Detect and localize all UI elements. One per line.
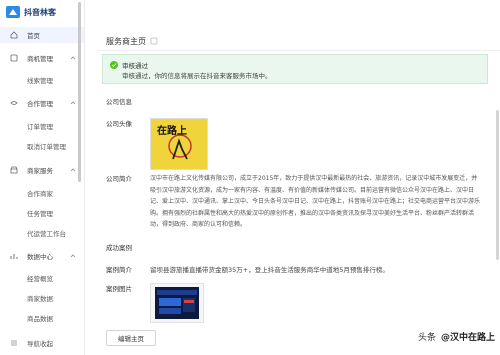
edit-homepage-button[interactable]: 编辑主页 xyxy=(106,330,156,346)
store-icon xyxy=(10,166,18,174)
handshake-icon xyxy=(10,101,18,105)
alert-status: 审核通过 xyxy=(122,62,148,70)
cases-title: 成功案例 xyxy=(106,244,132,252)
alert-message: 审核通过，你的信息将展示在抖音来客服务市场中。 xyxy=(122,72,272,80)
main-content: 服务商主页 审核通过 审核通过，你的信息将展示在抖音来客服务市场中。 公司信息 … xyxy=(84,0,500,355)
company-info-title: 公司信息 xyxy=(106,98,132,106)
sidebar-item-merchant-data[interactable]: 商家数据 xyxy=(0,290,84,306)
watermark-handle: @汉中在路上 xyxy=(441,333,496,343)
sidebar-group-cooperation[interactable]: 合作管理 xyxy=(0,95,84,111)
sidebar-item-home[interactable]: 首页 xyxy=(0,27,84,43)
collapse-icon xyxy=(11,340,17,346)
sidebar-item-tasks[interactable]: 任务管理 xyxy=(0,205,84,221)
bulb-icon xyxy=(10,54,18,62)
watermark-source: 头条 xyxy=(418,333,437,343)
sidebar-item-business-overview[interactable]: 经营概览 xyxy=(0,270,84,286)
sidebar-item-orders[interactable]: 订单管理 xyxy=(0,118,84,134)
case-intro: 留坝县游旅播直播带货金额35万+，登上抖音生活服务商华中道地5月预售排行榜。 xyxy=(150,266,389,274)
check-circle-icon xyxy=(110,61,118,69)
info-icon[interactable] xyxy=(150,37,158,45)
chevron-up-icon xyxy=(70,56,76,60)
main-scrollbar[interactable] xyxy=(496,110,499,260)
watermark: 头条 @汉中在路上 xyxy=(418,330,495,343)
sidebar-group-data-center[interactable]: 数据中心 xyxy=(0,248,84,264)
sidebar-item-cancelled-orders[interactable]: 取消订单管理 xyxy=(0,138,84,154)
home-icon xyxy=(10,31,18,39)
avatar-label: 公司头像 xyxy=(106,120,132,128)
avatar-image: 在路上 xyxy=(151,119,207,169)
sidebar-item-product-data[interactable]: 商品数据 xyxy=(0,310,84,326)
sidebar-item-partner-merchants[interactable]: 合作商家 xyxy=(0,185,84,201)
chevron-up-icon xyxy=(70,168,76,172)
sidebar-group-merchant-service[interactable]: 商家服务 xyxy=(0,162,84,178)
chart-icon xyxy=(10,254,18,259)
chevron-up-icon xyxy=(70,101,76,105)
sidebar-group-opportunities[interactable]: 商机管理 xyxy=(0,50,84,66)
intro-label: 公司简介 xyxy=(106,175,132,183)
sidebar-item-leads[interactable]: 线索管理 xyxy=(0,72,84,88)
case-intro-label: 案例简介 xyxy=(106,266,132,274)
case-image-thumbnail xyxy=(155,287,199,319)
sidebar: 抖音林客 首页 商机管理 线索管理 合作管理 订单管理 取消订单管理 商家服务 … xyxy=(0,0,85,355)
company-intro: 汉中市在路上文化传媒有限公司，成立于2015年，致力于提供汉中最新最热的社会、旅… xyxy=(150,175,481,228)
sidebar-collapse-button[interactable]: 导航收起 xyxy=(0,335,84,351)
sidebar-item-agent-workbench[interactable]: 代运营工作台 xyxy=(0,225,84,241)
case-image-label: 案例图片 xyxy=(106,285,132,293)
logo-icon xyxy=(6,6,20,18)
brand-name: 抖音林客 xyxy=(24,7,56,17)
chevron-up-icon xyxy=(70,254,76,258)
divider xyxy=(98,50,500,51)
company-avatar: 在路上 xyxy=(150,118,208,170)
case-image[interactable] xyxy=(150,283,204,323)
brand-logo[interactable]: 抖音林客 xyxy=(6,6,56,18)
sidebar-scrollbar[interactable] xyxy=(78,2,81,182)
svg-text:在路上: 在路上 xyxy=(157,124,187,137)
status-alert: 审核通过 审核通过，你的信息将展示在抖音来客服务市场中。 xyxy=(102,54,488,84)
page-title: 服务商主页 xyxy=(106,37,146,46)
